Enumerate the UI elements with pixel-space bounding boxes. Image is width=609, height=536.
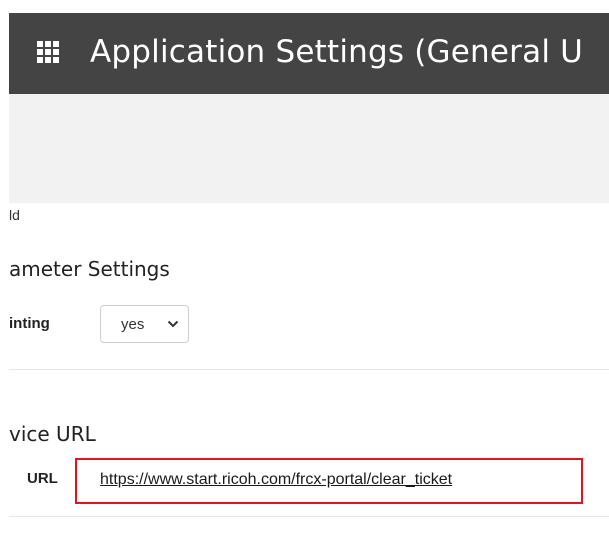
field-fragment-label: ld bbox=[9, 207, 20, 223]
top-margin bbox=[0, 0, 609, 13]
subheader-bar bbox=[9, 94, 609, 203]
service-url-heading: vice URL bbox=[9, 422, 96, 446]
parameter-settings-heading: ameter Settings bbox=[9, 257, 170, 281]
page-title: Application Settings (General U bbox=[90, 34, 584, 70]
printing-select[interactable]: yes bbox=[100, 305, 189, 343]
app-header: Application Settings (General U bbox=[9, 13, 609, 94]
section-divider bbox=[9, 369, 609, 370]
printing-label: inting bbox=[9, 315, 50, 332]
chevron-down-icon bbox=[167, 320, 179, 328]
left-edge bbox=[0, 13, 9, 536]
url-label: URL bbox=[27, 470, 58, 487]
printing-select-value: yes bbox=[121, 316, 145, 333]
section-divider-bottom bbox=[9, 516, 609, 517]
service-url-link[interactable]: https://www.start.ricoh.com/frcx-portal/… bbox=[100, 471, 452, 489]
url-highlight-box: https://www.start.ricoh.com/frcx-portal/… bbox=[75, 458, 583, 504]
apps-grid-icon[interactable] bbox=[36, 40, 60, 64]
